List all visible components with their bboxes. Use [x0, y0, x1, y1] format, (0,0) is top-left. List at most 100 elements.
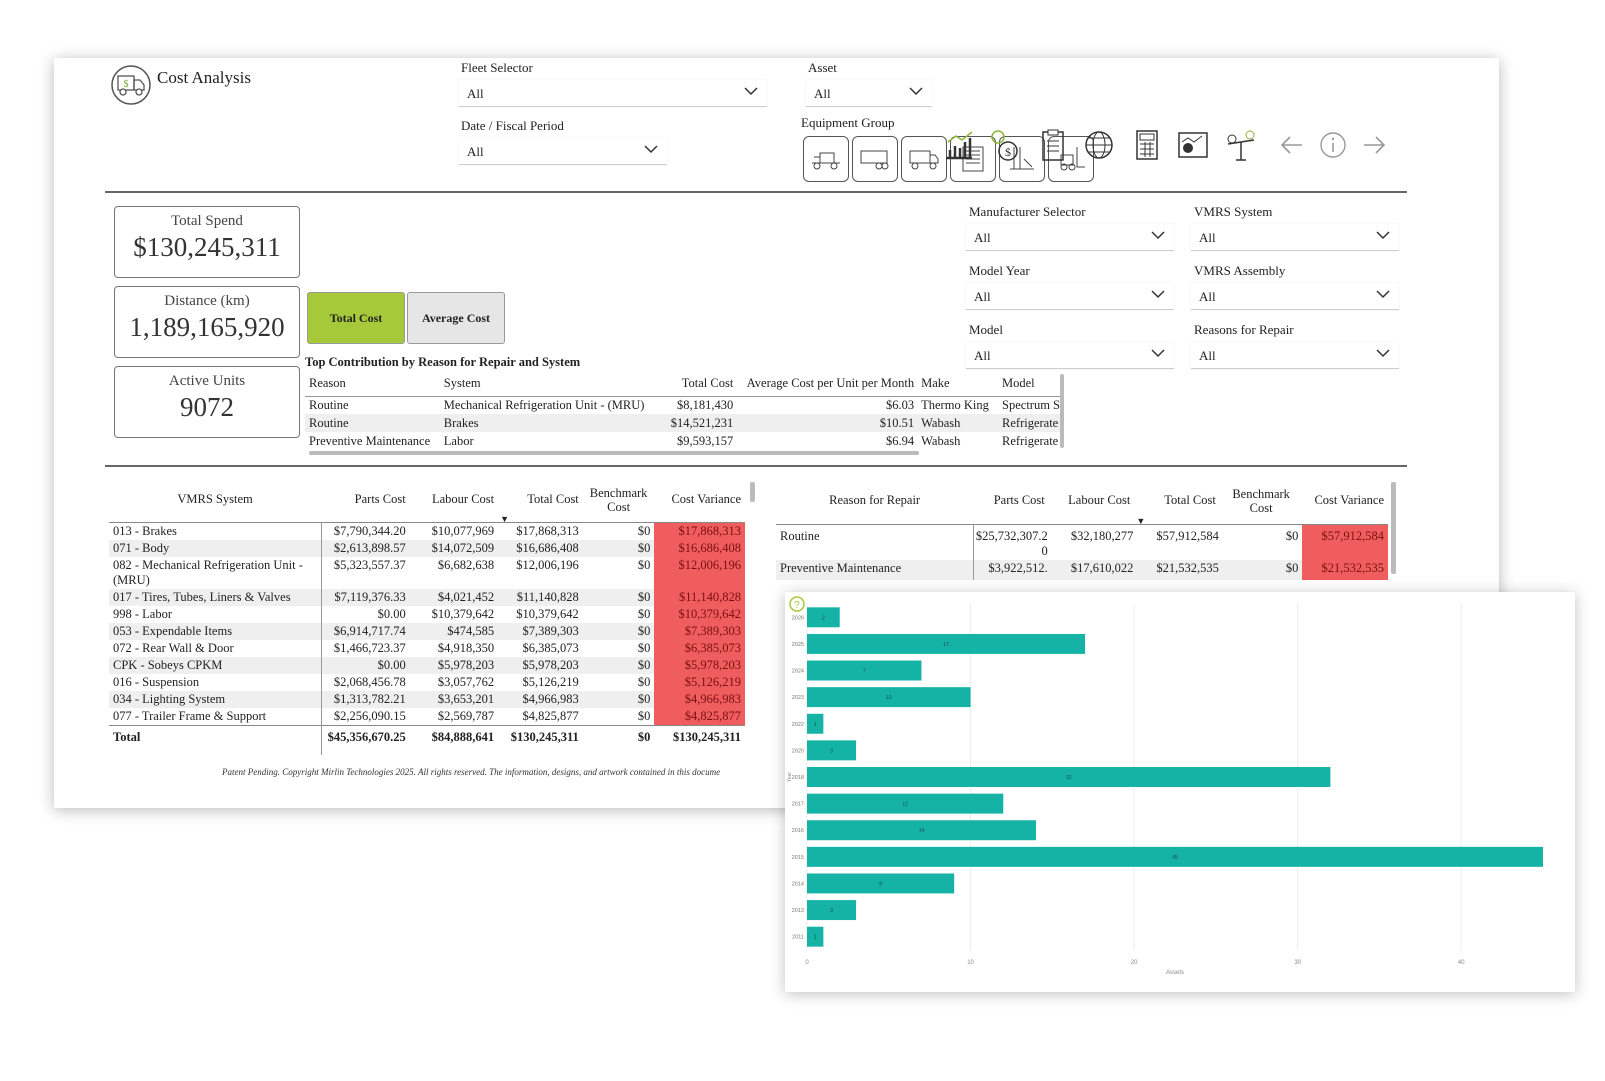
- column-header[interactable]: Labour Cost: [1049, 478, 1135, 524]
- calculator-icon[interactable]: [1130, 128, 1164, 162]
- table-cell: $5,978,203: [437, 657, 495, 672]
- kpi-active-units: Active Units 9072: [114, 366, 300, 438]
- average-cost-toggle[interactable]: Average Cost: [407, 292, 505, 344]
- table-cell: Refrigerate: [1002, 415, 1059, 430]
- column-header[interactable]: Benchmark Cost: [583, 478, 655, 522]
- x-tick-label: 10: [967, 960, 974, 966]
- table-cell: Preventive Maintenance: [309, 433, 431, 448]
- trailer-button[interactable]: [852, 136, 898, 182]
- column-header-label: Total Cost: [527, 492, 579, 507]
- x-tick-label: 40: [1458, 960, 1465, 966]
- variance-cell: $5,126,219: [654, 673, 745, 691]
- vmrs-assembly-dropdown[interactable]: All: [1191, 283, 1399, 310]
- column-header[interactable]: Parts Cost: [321, 478, 410, 522]
- column-header[interactable]: Reason: [305, 372, 443, 396]
- data-label: 10: [886, 695, 892, 701]
- table-cell: $11,140,828: [516, 589, 579, 604]
- box-truck-icon: [909, 150, 939, 170]
- table-cell: CPK - Sobeys CPKM: [109, 656, 322, 674]
- table-row[interactable]: Preventive Maintenance Labor $9,593,157 …: [305, 432, 1061, 450]
- chevron-down-icon: [1376, 290, 1390, 299]
- column-header[interactable]: Benchmark Cost: [1220, 478, 1303, 524]
- column-header[interactable]: Average Cost per Unit per Month: [734, 372, 920, 396]
- column-header[interactable]: System: [443, 372, 654, 396]
- column-header[interactable]: Total Cost: [654, 372, 734, 396]
- info-icon[interactable]: [1316, 128, 1350, 162]
- y-tick-label: 2014: [792, 881, 804, 887]
- table-total-row: Total $45,356,670.25 $84,888,641 $130,245,3…: [109, 725, 745, 755]
- y-tick-label: 2011: [792, 935, 804, 941]
- table-cell: $6,682,638: [437, 557, 495, 572]
- dashboard-icon[interactable]: [1176, 128, 1210, 162]
- table-cell: Wabash: [921, 433, 961, 448]
- table-row[interactable]: 016 - Suspension $2,068,456.78 $3,057,762 $…: [109, 673, 745, 691]
- model-year-dropdown[interactable]: All: [966, 283, 1174, 310]
- fleet-selector-dropdown[interactable]: All: [459, 80, 767, 107]
- y-axis-label: Year: [787, 772, 793, 782]
- box-truck-button[interactable]: [901, 136, 947, 182]
- middle-divider: [105, 465, 1407, 467]
- table-cell: Routine: [309, 415, 349, 430]
- column-header-sorted[interactable]: Total Cost ▼: [1134, 478, 1220, 525]
- table-row[interactable]: 072 - Rear Wall & Door $1,466,723.37 $4,91…: [109, 639, 745, 657]
- horizontal-scrollbar[interactable]: [309, 451, 919, 455]
- table-row[interactable]: Preventive Maintenance $3,922,512. $17,6…: [776, 559, 1388, 580]
- table-row[interactable]: 013 - Brakes $7,790,344.20 $10,077,969 $17,…: [109, 522, 745, 540]
- globe-icon[interactable]: [1082, 128, 1116, 162]
- vertical-scrollbar[interactable]: [1391, 482, 1396, 574]
- table-row[interactable]: 034 - Lighting System $1,313,782.21 $3,653…: [109, 690, 745, 708]
- table-row[interactable]: 017 - Tires, Tubes, Liners & Valves $7,11…: [109, 588, 745, 606]
- column-header[interactable]: Reason for Repair: [776, 478, 973, 524]
- table-cell: 016 - Suspension: [109, 673, 322, 691]
- table-cell: $1,313,782.21: [333, 691, 406, 706]
- table-row[interactable]: 071 - Body $2,613,898.57 $14,072,509 $16,68…: [109, 539, 745, 557]
- date-period-dropdown[interactable]: All: [459, 138, 667, 165]
- date-period-label: Date / Fiscal Period: [461, 118, 564, 133]
- chevron-down-icon: [744, 87, 758, 96]
- column-header-sorted[interactable]: Total Cost ▼: [498, 478, 583, 523]
- vertical-scrollbar[interactable]: [750, 482, 755, 502]
- clipboard-icon[interactable]: [1036, 128, 1070, 162]
- back-arrow-icon[interactable]: [1276, 128, 1310, 162]
- tractor-truck-button[interactable]: [803, 136, 849, 182]
- table-row[interactable]: CPK - Sobeys CPKM $0.00 $5,978,203 $5,978,2…: [109, 656, 745, 674]
- table-cell: $7,119,376.33: [334, 589, 406, 604]
- table-row[interactable]: 082 - Mechanical Refrigeration Unit - (M…: [109, 556, 745, 589]
- column-header[interactable]: Make: [920, 372, 1001, 396]
- variance-cell: $12,006,196: [654, 556, 745, 589]
- table-row[interactable]: Routine Brakes $14,521,231 $10.51 Wabash…: [305, 414, 1061, 432]
- vmrs-system-dropdown[interactable]: All: [1191, 224, 1399, 251]
- table-row[interactable]: 998 - Labor $0.00 $10,379,642 $10,379,642 $0…: [109, 605, 745, 623]
- scale-icon[interactable]: [1224, 128, 1258, 162]
- variance-cell: $10,379,642: [654, 605, 745, 623]
- money-gears-icon[interactable]: $: [988, 128, 1022, 162]
- model-dropdown[interactable]: All: [966, 342, 1174, 369]
- help-icon-glyph: ?: [794, 600, 800, 611]
- chevron-down-icon: [909, 87, 923, 96]
- variance-cell: $4,825,877: [654, 707, 745, 725]
- table-row[interactable]: Routine Mechanical Refrigeration Unit - …: [305, 396, 1061, 414]
- reasons-for-repair-dropdown[interactable]: All: [1191, 342, 1399, 369]
- top-contribution-table: Reason System Total Cost Average Cost pe…: [305, 372, 1061, 450]
- table-row[interactable]: 077 - Trailer Frame & Support $2,256,090.…: [109, 707, 745, 725]
- table-row[interactable]: 053 - Expendable Items $6,914,717.74 $474,…: [109, 622, 745, 640]
- column-header[interactable]: VMRS System: [109, 478, 321, 522]
- data-label: 12: [902, 802, 908, 808]
- table-row[interactable]: Routine $25,732,307.20 $32,180,277 $57,9…: [776, 524, 1388, 560]
- bar-chart-icon[interactable]: [942, 128, 976, 162]
- manufacturer-dropdown[interactable]: All: [966, 224, 1174, 251]
- data-label: 9: [879, 881, 882, 887]
- total-cost-toggle[interactable]: Total Cost: [307, 292, 405, 344]
- vertical-scrollbar[interactable]: [1060, 374, 1064, 448]
- forward-arrow-icon[interactable]: [1358, 128, 1392, 162]
- asset-dropdown[interactable]: All: [806, 80, 932, 107]
- table-cell: $0: [637, 674, 651, 689]
- column-header[interactable]: Labour Cost: [410, 478, 498, 522]
- model-year-value: All: [974, 289, 991, 304]
- column-header[interactable]: Model: [1001, 372, 1061, 396]
- x-axis-label: Assets: [1166, 970, 1184, 976]
- column-header[interactable]: Cost Variance: [654, 478, 745, 522]
- total-cell: $0: [637, 729, 651, 744]
- column-header[interactable]: Cost Variance: [1302, 478, 1388, 524]
- column-header[interactable]: Parts Cost: [973, 478, 1048, 524]
